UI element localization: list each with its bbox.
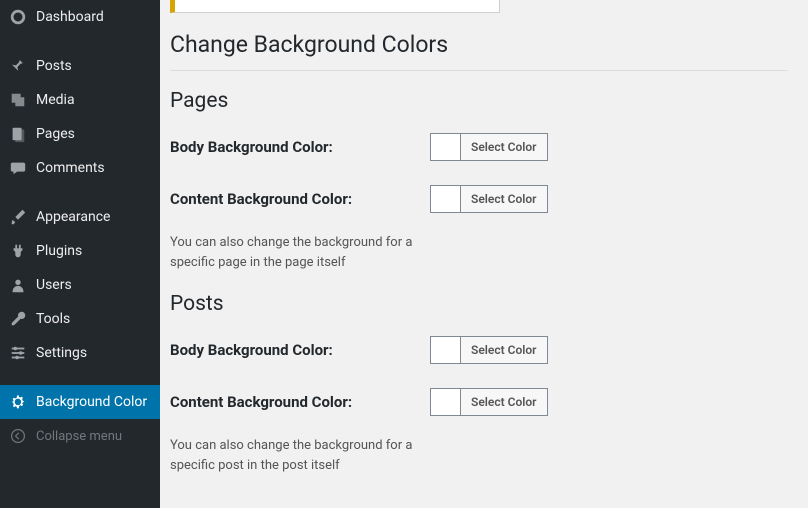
sidebar-item-label: Users [36, 277, 72, 293]
wrench-icon [8, 309, 28, 329]
posts-content-bg-row: Content Background Color: Select Color [170, 378, 788, 430]
field-label: Body Background Color: [170, 341, 430, 359]
comment-icon [8, 158, 28, 178]
select-color-label: Select Color [461, 186, 547, 212]
posts-description: You can also change the background for a… [170, 430, 430, 481]
color-swatch [431, 337, 461, 363]
field-label: Content Background Color: [170, 393, 430, 411]
sidebar-item-tools[interactable]: Tools [0, 302, 160, 336]
media-icon [8, 90, 28, 110]
color-swatch [431, 134, 461, 160]
sidebar-item-label: Settings [36, 345, 87, 361]
sidebar-item-label: Posts [36, 58, 72, 74]
sidebar-item-plugins[interactable]: Plugins [0, 234, 160, 268]
menu-separator [0, 39, 160, 44]
sidebar-item-posts[interactable]: Posts [0, 49, 160, 83]
color-swatch [431, 389, 461, 415]
posts-body-color-picker[interactable]: Select Color [430, 336, 548, 364]
select-color-label: Select Color [461, 134, 547, 160]
menu-separator [0, 375, 160, 380]
posts-body-bg-row: Body Background Color: Select Color [170, 326, 788, 378]
sidebar-item-label: Dashboard [36, 9, 104, 25]
collapse-menu[interactable]: Collapse menu [0, 419, 160, 453]
plug-icon [8, 241, 28, 261]
sidebar-item-background-color[interactable]: Background Color [0, 385, 160, 419]
user-icon [8, 275, 28, 295]
pages-content-bg-row: Content Background Color: Select Color [170, 175, 788, 227]
sidebar-item-label: Pages [36, 126, 75, 142]
collapse-label: Collapse menu [36, 429, 122, 444]
section-heading-pages: Pages [170, 75, 788, 123]
sidebar-item-settings[interactable]: Settings [0, 336, 160, 370]
dashboard-icon [8, 7, 28, 27]
page-icon [8, 124, 28, 144]
field-label: Body Background Color: [170, 138, 430, 156]
posts-content-color-picker[interactable]: Select Color [430, 388, 548, 416]
color-swatch [431, 186, 461, 212]
sidebar-item-pages[interactable]: Pages [0, 117, 160, 151]
sidebar-item-label: Plugins [36, 243, 82, 259]
content-area: Change Background Colors Pages Body Back… [160, 0, 808, 508]
sidebar-item-label: Tools [36, 311, 70, 327]
sidebar-item-label: Appearance [36, 209, 110, 225]
gear-icon [8, 392, 28, 412]
pages-content-color-picker[interactable]: Select Color [430, 185, 548, 213]
field-label: Content Background Color: [170, 190, 430, 208]
divider [170, 70, 788, 71]
pages-body-bg-row: Body Background Color: Select Color [170, 123, 788, 175]
section-heading-posts: Posts [170, 278, 788, 326]
select-color-label: Select Color [461, 389, 547, 415]
collapse-icon [8, 426, 28, 446]
pages-description: You can also change the background for a… [170, 227, 430, 278]
menu-separator [0, 190, 160, 195]
pin-icon [8, 56, 28, 76]
sidebar-item-media[interactable]: Media [0, 83, 160, 117]
sidebar-item-comments[interactable]: Comments [0, 151, 160, 185]
brush-icon [8, 207, 28, 227]
admin-sidebar: Dashboard Posts Media Pages Comments App… [0, 0, 160, 508]
select-color-label: Select Color [461, 337, 547, 363]
sidebar-item-users[interactable]: Users [0, 268, 160, 302]
sidebar-item-label: Media [36, 92, 75, 108]
page-title: Change Background Colors [170, 13, 788, 70]
sidebar-item-label: Background Color [36, 394, 147, 410]
sidebar-item-appearance[interactable]: Appearance [0, 200, 160, 234]
sidebar-item-dashboard[interactable]: Dashboard [0, 0, 160, 34]
notice-stub [170, 0, 500, 13]
sliders-icon [8, 343, 28, 363]
sidebar-item-label: Comments [36, 160, 105, 176]
pages-body-color-picker[interactable]: Select Color [430, 133, 548, 161]
